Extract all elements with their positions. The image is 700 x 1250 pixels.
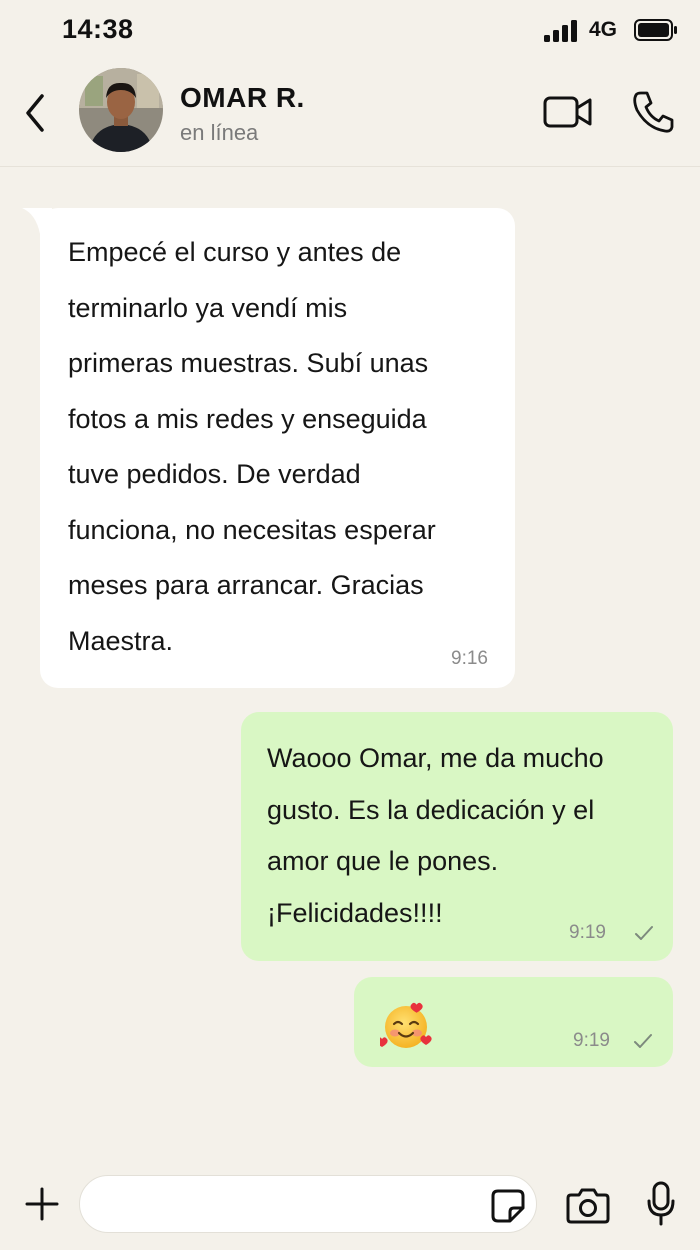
message-line: amor que le pones. [267, 846, 499, 876]
camera-icon[interactable] [566, 1186, 610, 1224]
microphone-icon[interactable] [646, 1181, 676, 1227]
video-call-icon[interactable] [543, 94, 593, 130]
chat-header: OMAR R. en línea [0, 62, 700, 167]
message-line: gusto. Es la dedicación y el [267, 794, 595, 825]
contact-status: en línea [180, 120, 259, 145]
message-line: Maestra. [68, 625, 174, 656]
message-line: fotos a mis redes y enseguida [68, 403, 427, 434]
outgoing-message[interactable]: Waooo Omar, me da mucho gusto. Es la ded… [241, 712, 673, 961]
message-line: funciona, no necesitas esperar [68, 514, 436, 545]
incoming-message[interactable]: Empecé el curso y antes de terminarlo ya… [40, 208, 515, 688]
message-line: meses para arrancar. Gracias [68, 570, 424, 600]
plus-icon[interactable] [24, 1186, 60, 1222]
contact-name[interactable]: OMAR R. [180, 82, 305, 114]
battery-icon [634, 19, 677, 41]
signal-icon [544, 20, 577, 42]
message-line: Empecé el curso y antes de [68, 237, 402, 267]
status-bar: 14:38 4G [0, 0, 700, 62]
back-icon[interactable] [20, 90, 52, 136]
message-time: 9:19 [573, 1030, 610, 1051]
message-text: Waooo Omar, me da mucho gusto. Es la ded… [267, 733, 662, 939]
message-line: primeras muestras. Subí unas [68, 348, 429, 378]
message-time: 9:16 [451, 648, 488, 669]
message-line: terminarlo ya vendí mis [68, 292, 348, 323]
composer-bar [0, 1150, 700, 1250]
message-line: Waooo Omar, me da mucho [267, 743, 604, 773]
smiling-face-with-hearts-emoji [380, 1002, 432, 1048]
network-type: 4G [589, 18, 618, 41]
sent-check-icon [635, 926, 653, 940]
sent-check-icon [634, 1034, 652, 1048]
avatar[interactable] [79, 68, 163, 152]
sticker-icon[interactable] [490, 1188, 526, 1224]
message-time: 9:19 [569, 922, 606, 943]
message-input[interactable] [79, 1175, 537, 1233]
phone-call-icon[interactable] [632, 90, 674, 134]
message-line: tuve pedidos. De verdad [68, 459, 361, 489]
outgoing-message[interactable]: 9:19 [354, 977, 673, 1067]
status-time: 14:38 [62, 14, 134, 44]
message-text: Empecé el curso y antes de terminarlo ya… [68, 225, 508, 669]
